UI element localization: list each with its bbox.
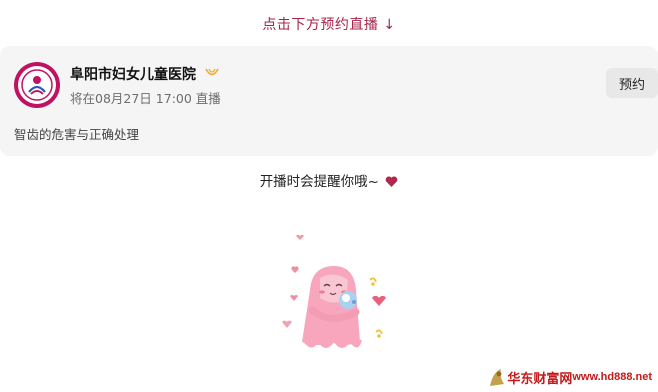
watermark-name: 华东财富网 [507, 371, 573, 387]
verified-badge-icon [205, 67, 219, 83]
cartoon-hugging-sticker [272, 230, 402, 364]
watermark-logo-icon [490, 369, 505, 386]
hospital-name-text: 阜阳市妇女儿童医院 [70, 67, 196, 83]
hospital-avatar[interactable] [14, 62, 60, 108]
reminder-message: 开播时会提醒你哦~ [0, 170, 658, 192]
watermark-url: www.hd888.net [572, 371, 652, 383]
watermark: 华东财富网 www.hd888.net [487, 364, 652, 390]
reserve-button[interactable]: 预约 [606, 68, 658, 98]
reminder-text: 开播时会提醒你哦~ [259, 174, 379, 190]
reservation-headline: 点击下方预约直播 ↓ [262, 17, 396, 33]
live-reservation-card: 阜阳市妇女儿童医院 将在08月27日 17:00 直播 预约 智齿的危害与正确处… [0, 46, 658, 156]
hospital-name[interactable]: 阜阳市妇女儿童医院 [70, 64, 219, 84]
live-schedule-time: 将在08月27日 17:00 直播 [70, 91, 221, 106]
heart-icon [385, 176, 398, 192]
hospital-logo-icon [18, 66, 56, 104]
live-topic-title: 智齿的危害与正确处理 [14, 127, 140, 142]
